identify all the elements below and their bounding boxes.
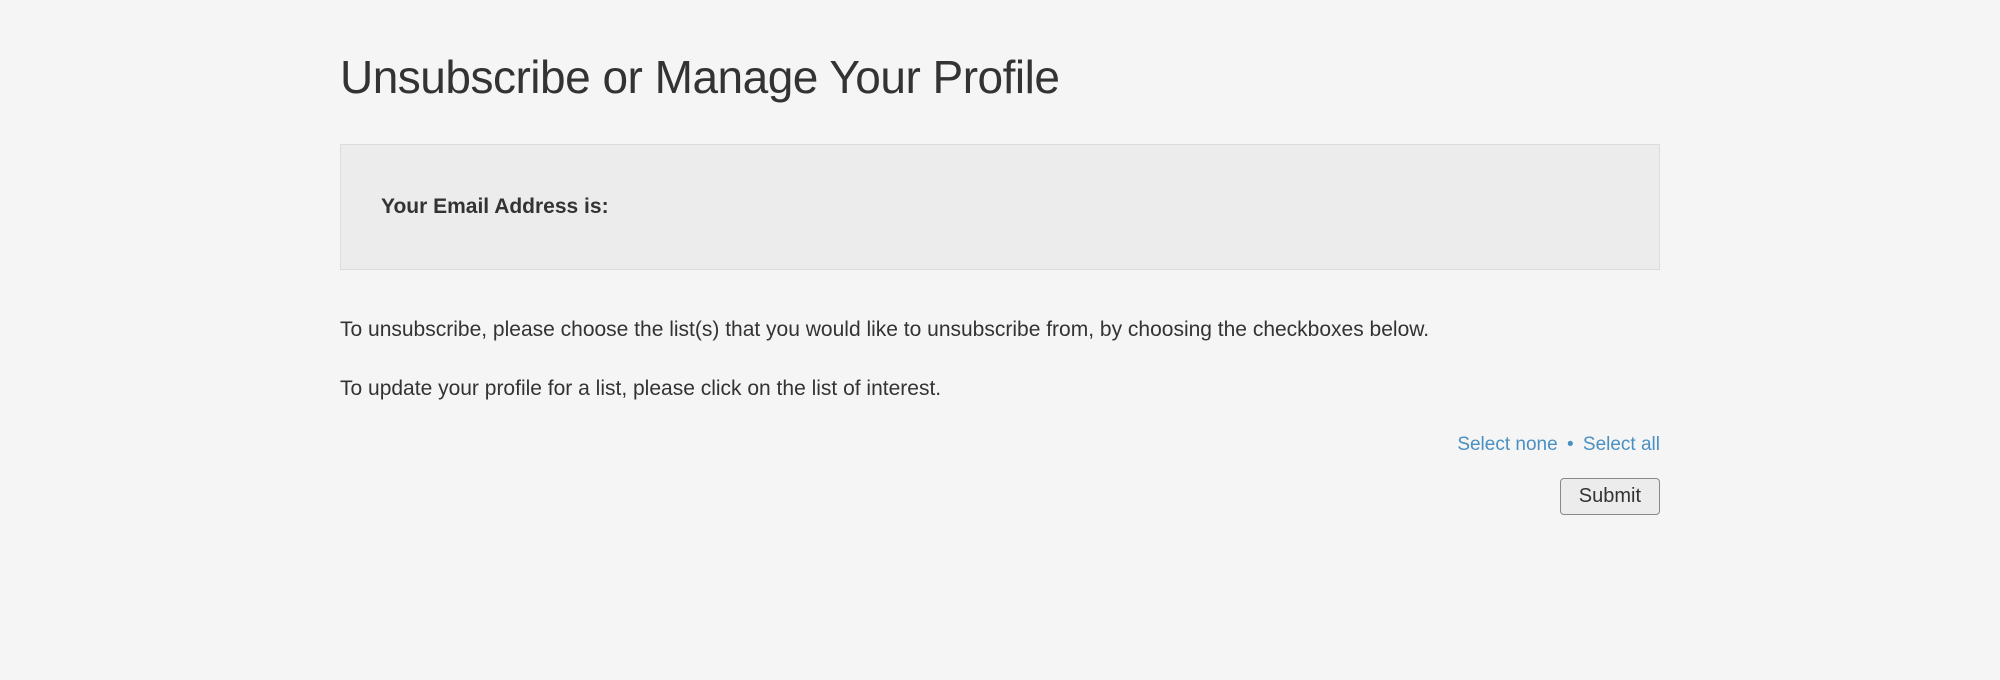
page-title: Unsubscribe or Manage Your Profile: [340, 50, 1660, 104]
submit-button[interactable]: Submit: [1560, 478, 1660, 515]
select-separator: •: [1567, 434, 1574, 455]
instruction-update-profile: To update your profile for a list, pleas…: [340, 374, 1660, 403]
page-container: Unsubscribe or Manage Your Profile Your …: [340, 0, 1660, 545]
submit-row: Submit: [340, 478, 1660, 515]
select-links-row: Select none • Select all: [340, 434, 1660, 456]
instruction-unsubscribe: To unsubscribe, please choose the list(s…: [340, 315, 1660, 344]
instructions-block: To unsubscribe, please choose the list(s…: [340, 315, 1660, 404]
email-address-box: Your Email Address is:: [340, 144, 1660, 270]
select-all-link[interactable]: Select all: [1583, 434, 1660, 455]
email-address-label: Your Email Address is:: [381, 195, 609, 218]
select-none-link[interactable]: Select none: [1457, 434, 1557, 455]
